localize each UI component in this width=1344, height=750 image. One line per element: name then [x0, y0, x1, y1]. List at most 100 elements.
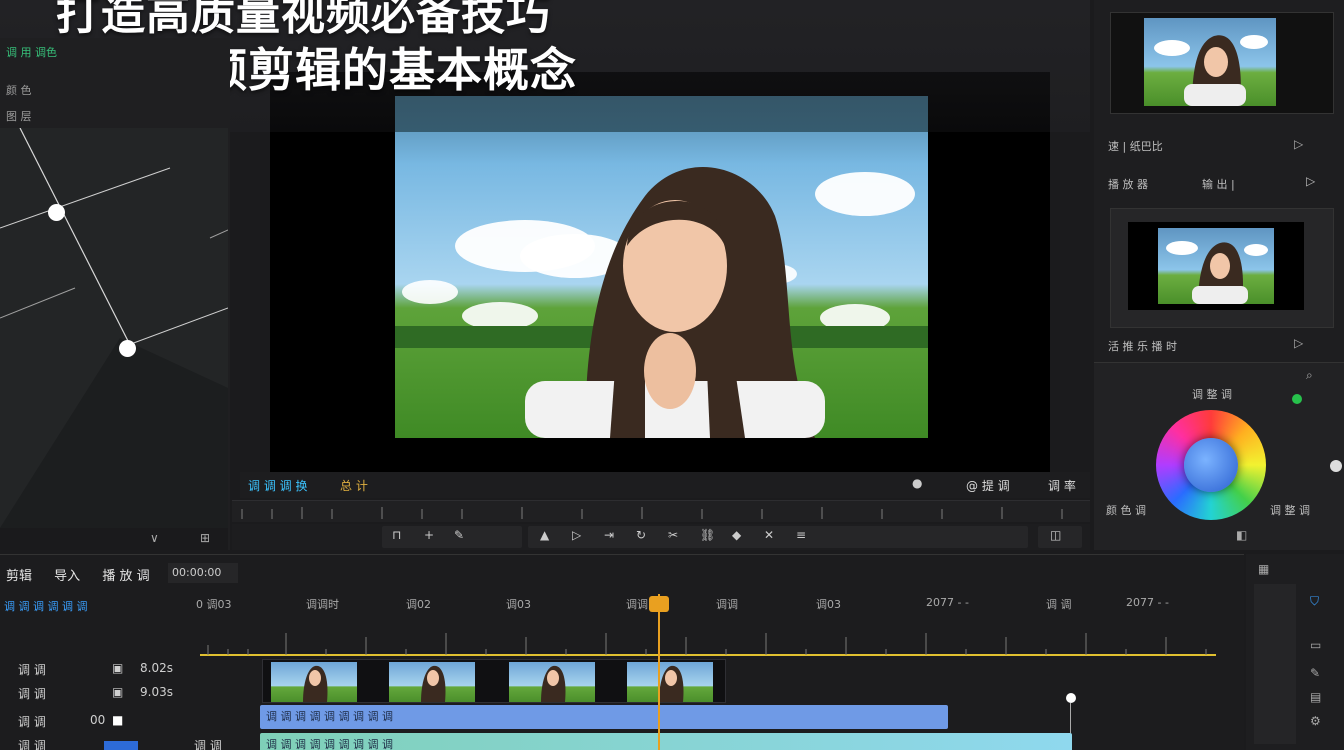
transport-group: ⊓ + ✎: [382, 526, 522, 548]
effects-row-2[interactable]: 图 层: [6, 108, 32, 124]
search-icon[interactable]: ⌕: [1306, 368, 1313, 383]
marker-9[interactable]: 调 调: [1046, 596, 1072, 612]
video-track-clip[interactable]: [262, 659, 726, 703]
track-name: 调 调: [18, 687, 46, 701]
track-name: 调 调: [18, 739, 46, 750]
color-wheel[interactable]: [1156, 410, 1266, 520]
marker-5[interactable]: 调调: [626, 596, 648, 612]
playback-label: 活 推 乐 播 时: [1108, 340, 1177, 353]
effects-row-1[interactable]: 颜 色: [6, 82, 32, 98]
chevron-down-icon[interactable]: ∨: [150, 531, 159, 545]
monitor-scrub-ruler[interactable]: [232, 500, 1090, 522]
keyframe-handle-2[interactable]: [119, 340, 136, 357]
monitor-tools[interactable]: @ 提 调: [966, 477, 1010, 494]
monitor-rate[interactable]: 调 率: [1048, 477, 1076, 494]
track-value: 00: [90, 713, 106, 727]
effects-panel-header[interactable]: 调 用 调色: [6, 44, 57, 60]
gear-icon[interactable]: ⚙: [1310, 714, 1321, 728]
side-tool-panel: [1254, 584, 1296, 744]
audio-clip-1[interactable]: 调 调 调 调 调 调 调 调 调: [260, 705, 948, 729]
camera-icon[interactable]: ◫: [1050, 528, 1061, 542]
monitor-mode-tab[interactable]: 调 调 调 换: [248, 477, 307, 494]
track-icon: ▣: [112, 685, 124, 699]
monitor-control-bar: 调 调 调 换 总 计 ● @ 提 调 调 率: [240, 472, 1090, 498]
loop-icon[interactable]: ↻: [636, 528, 646, 542]
marker-2[interactable]: 调调时: [306, 596, 339, 612]
player-label[interactable]: 播 放 器: [1108, 176, 1148, 192]
timeline-ruler[interactable]: [200, 617, 1216, 657]
video-content: [395, 167, 928, 438]
status-dot-icon: [1292, 394, 1302, 404]
audio-keyframe-handle[interactable]: [1066, 693, 1076, 703]
track-value: 调 调: [194, 739, 222, 750]
split-icon[interactable]: ✕: [764, 528, 774, 542]
visibility-icon[interactable]: ■: [112, 713, 123, 727]
play-icon[interactable]: ▷: [1294, 336, 1303, 350]
color-right-label[interactable]: 调 整 调: [1270, 502, 1310, 518]
source-thumb-figure: [1154, 35, 1268, 106]
track-value: 8.02s: [140, 661, 173, 675]
monitor-icon[interactable]: ▭: [1310, 638, 1321, 652]
monitor-ruler-ticks: [241, 507, 1063, 519]
play-icon[interactable]: ▷: [1294, 137, 1303, 151]
video-frame[interactable]: [395, 96, 928, 438]
pen-icon[interactable]: ✎: [1310, 666, 1320, 680]
marker-7[interactable]: 调03: [816, 596, 841, 612]
marker-1[interactable]: 0 调03: [196, 596, 232, 612]
effects-panel: 调 用 调色 颜 色 图 层 ∨ ⊞: [0, 38, 230, 550]
color-left-label[interactable]: 颜 色 调: [1106, 502, 1146, 518]
clip-info-label: 速 | 纸巴比: [1108, 140, 1163, 153]
clipboard-icon[interactable]: ▤: [1310, 690, 1321, 704]
monitor-toolbar: ⊓ + ✎ ▲ ▷ ⇥ ↻ ✂ ⛓ ◆ ✕ ≡ ◫: [232, 524, 1090, 550]
add-icon[interactable]: +: [424, 528, 434, 542]
tab-import[interactable]: 导入: [54, 569, 80, 584]
effects-panel-footer: ∨ ⊞: [0, 528, 228, 550]
timeline-panel: 剪辑 导入 播 放 调 00:00:00 调 调 调 调 调 调 0 调03 调…: [0, 554, 1244, 750]
volume-meter[interactable]: [104, 741, 138, 750]
play-icon[interactable]: ▷: [1306, 174, 1315, 188]
shield-icon[interactable]: ⛉: [1310, 594, 1319, 609]
marker-6[interactable]: 调调: [716, 596, 738, 612]
timecode-field[interactable]: 00:00:00: [168, 563, 238, 583]
marker-row: 0 调03 调调时 调02 调03 调调 调调 调03 2077 - - 调 调…: [196, 593, 1232, 615]
marker-3[interactable]: 调02: [406, 596, 431, 612]
comment-icon[interactable]: ●: [912, 476, 922, 490]
lock-icon[interactable]: ◧: [1236, 528, 1247, 542]
pin-icon[interactable]: ▲: [540, 528, 549, 542]
export-frame-group: ◫: [1038, 526, 1082, 548]
timeline-playhead[interactable]: [658, 594, 660, 750]
keyframe-handle-1[interactable]: [48, 204, 65, 221]
source-preview-thumb[interactable]: [1144, 18, 1276, 106]
track-value: 9.03s: [140, 685, 173, 699]
mark-in-icon[interactable]: ⊓: [392, 528, 401, 542]
audio-clip-2[interactable]: 调 调 调 调 调 调 调 调 调: [260, 733, 1072, 750]
timeline-sub-label: 调 调 调 调 调 调: [4, 600, 88, 613]
menu-icon[interactable]: ≡: [796, 528, 806, 542]
playhead-handle-icon[interactable]: [649, 596, 669, 612]
link-icon[interactable]: ⛓: [700, 528, 715, 542]
settings-icon[interactable]: ⊞: [200, 531, 210, 545]
output-preview-thumb[interactable]: [1158, 228, 1274, 304]
marker-icon[interactable]: ◆: [732, 528, 741, 542]
edit-tools-group: ▲ ▷ ⇥ ↻ ✂ ⛓ ◆ ✕ ≡: [528, 526, 1028, 548]
clip-thumbnails: [271, 662, 713, 702]
track-name: 调 调: [18, 663, 46, 677]
curve-editor[interactable]: [0, 128, 228, 528]
play-icon[interactable]: ▷: [572, 528, 581, 542]
scroll-handle[interactable]: [1330, 460, 1342, 472]
audio-keyframe-line: [1070, 703, 1071, 733]
output-thumb-figure: [1166, 241, 1268, 304]
cut-icon[interactable]: ✂: [668, 528, 678, 542]
output-label[interactable]: 输 出 |: [1202, 176, 1235, 192]
track-name: 调 调: [18, 715, 46, 729]
tab-edit[interactable]: 剪辑: [6, 569, 32, 584]
marker-10[interactable]: 2077 - -: [1126, 596, 1169, 609]
grid-icon[interactable]: ▦: [1258, 562, 1269, 576]
marker-8[interactable]: 2077 - -: [926, 596, 969, 609]
step-icon[interactable]: ⇥: [604, 528, 614, 542]
marker-4[interactable]: 调03: [506, 596, 531, 612]
monitor-total: 总 计: [340, 479, 368, 493]
pen-icon[interactable]: ✎: [454, 528, 464, 542]
tab-playback[interactable]: 播 放 调: [102, 569, 149, 584]
timeline-side-tools: ▦ ⛉ ▭ ✎ ▤ ⚙: [1246, 554, 1344, 750]
